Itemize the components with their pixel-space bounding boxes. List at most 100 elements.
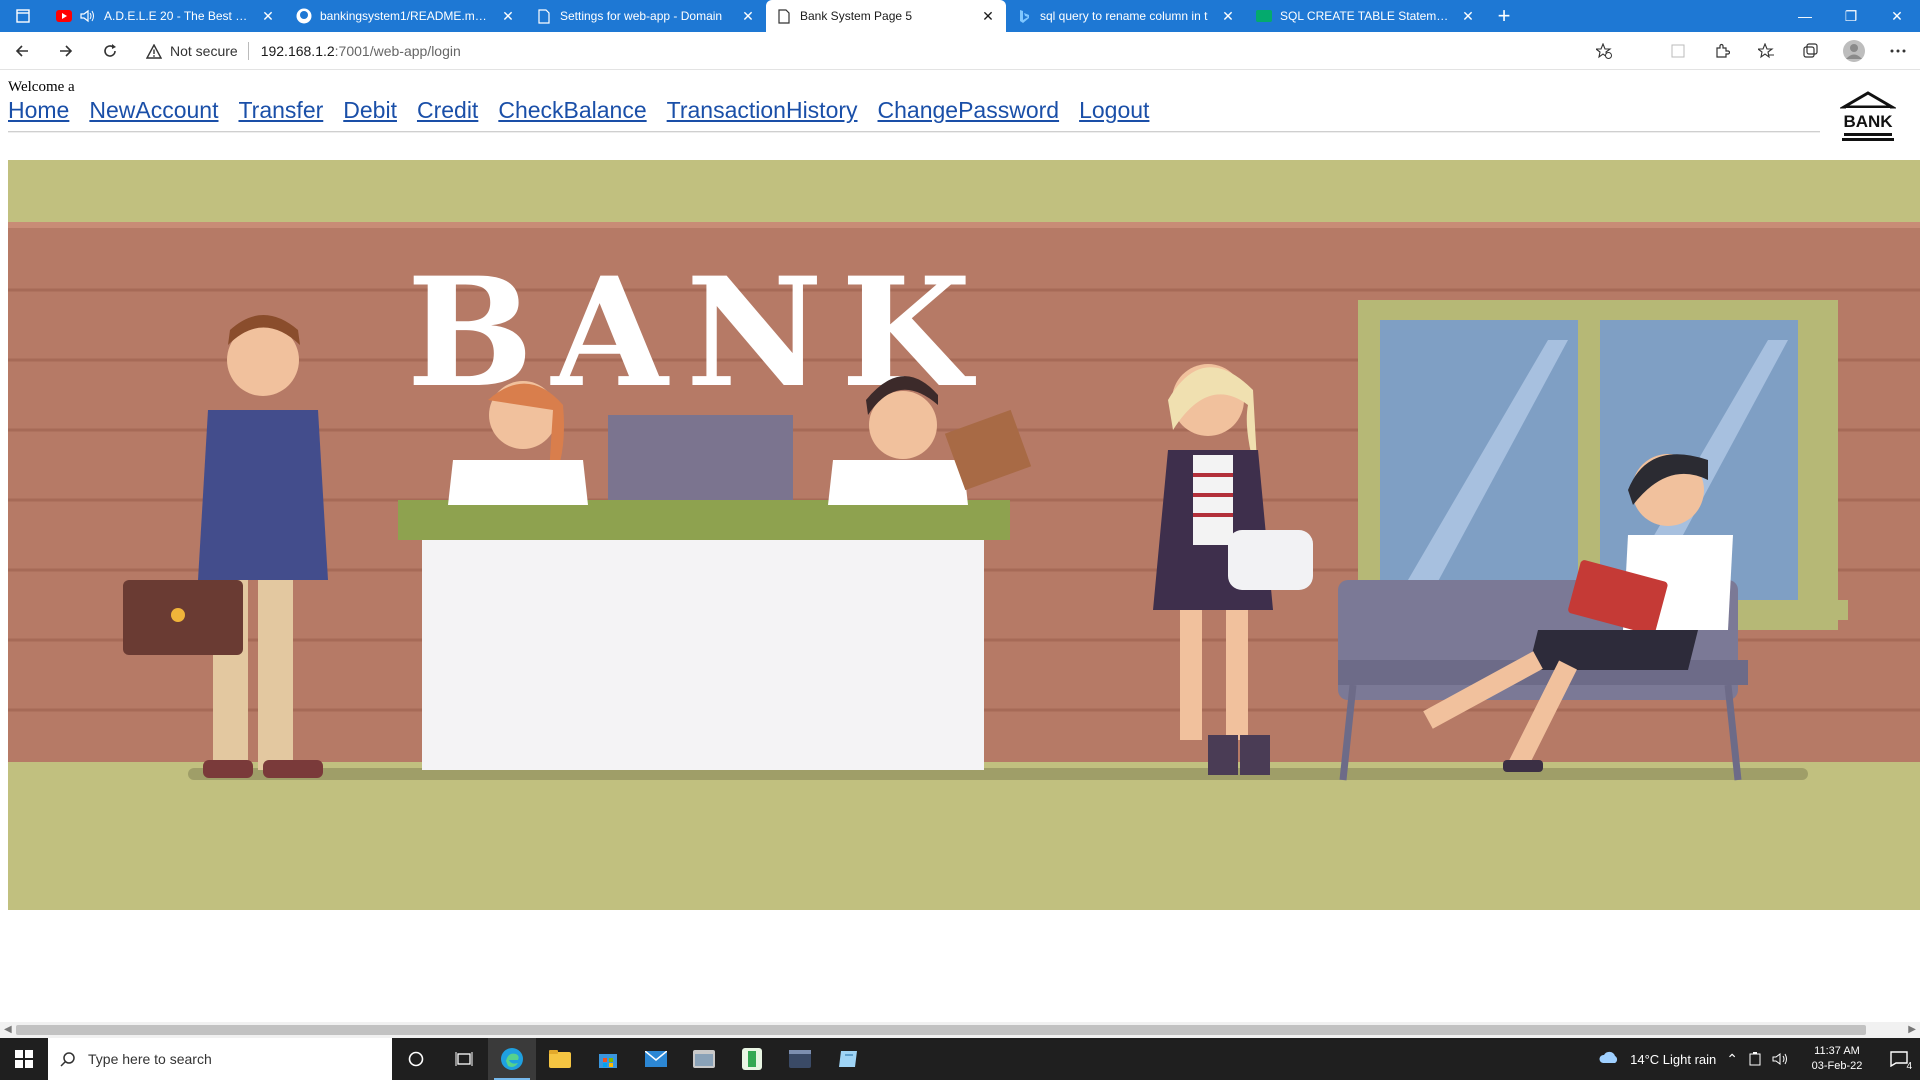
w3schools-icon bbox=[1256, 8, 1272, 24]
main-nav: Home NewAccount Transfer Debit Credit Ch… bbox=[8, 97, 1159, 124]
folder-icon bbox=[549, 1050, 571, 1068]
bank-logo: BANK bbox=[1840, 91, 1896, 141]
tab-w3schools[interactable]: SQL CREATE TABLE Statement ✕ bbox=[1246, 0, 1486, 32]
close-tab-icon[interactable]: ✕ bbox=[260, 8, 276, 25]
taskbar-app-store[interactable] bbox=[584, 1038, 632, 1080]
tab-actions-icon bbox=[16, 9, 30, 23]
url-path: :7001/web-app/login bbox=[334, 43, 461, 59]
weather-text[interactable]: 14°C Light rain bbox=[1630, 1052, 1716, 1067]
taskbar-app-notes[interactable] bbox=[824, 1038, 872, 1080]
profile-button[interactable] bbox=[1832, 32, 1876, 70]
chevron-up-icon[interactable]: ⌃ bbox=[1726, 1051, 1738, 1068]
cortana-button[interactable] bbox=[392, 1038, 440, 1080]
notes-icon bbox=[839, 1051, 857, 1067]
battery-icon[interactable] bbox=[1748, 1052, 1762, 1066]
edge-icon bbox=[501, 1048, 523, 1070]
header-divider bbox=[8, 131, 1820, 133]
close-tab-icon[interactable]: ✕ bbox=[980, 8, 996, 25]
horizontal-scrollbar[interactable]: ◀ ▶ bbox=[0, 1022, 1920, 1038]
scroll-left-icon[interactable]: ◀ bbox=[4, 1024, 12, 1035]
nav-link-check-balance[interactable]: CheckBalance bbox=[498, 97, 656, 124]
mail-icon bbox=[645, 1051, 667, 1067]
back-arrow-icon bbox=[15, 44, 28, 57]
nav-link-debit[interactable]: Debit bbox=[343, 97, 407, 124]
bank-logo-text: BANK bbox=[1843, 112, 1893, 131]
notification-icon bbox=[1890, 1051, 1908, 1067]
restore-button[interactable]: ❐ bbox=[1828, 0, 1874, 32]
bank-lobby-illustration: BANK bbox=[8, 160, 1920, 910]
nav-link-logout[interactable]: Logout bbox=[1079, 97, 1159, 124]
cloud-rain-icon[interactable] bbox=[1598, 1051, 1620, 1067]
puzzle-icon bbox=[1716, 43, 1730, 58]
speaker-icon[interactable] bbox=[80, 8, 96, 24]
notification-center-button[interactable]: 4 bbox=[1884, 1044, 1914, 1074]
taskbar-app-edge[interactable] bbox=[488, 1038, 536, 1080]
star-plus-icon bbox=[1596, 43, 1612, 59]
search-icon bbox=[60, 1052, 75, 1067]
taskbar-app-terminal[interactable] bbox=[776, 1038, 824, 1080]
tab-title: A.D.E.L.E 20 - The Best of A bbox=[104, 9, 252, 23]
refresh-button[interactable] bbox=[88, 32, 132, 70]
volume-icon[interactable] bbox=[1772, 1052, 1790, 1066]
settings-more-button[interactable] bbox=[1876, 32, 1920, 70]
github-icon bbox=[296, 8, 312, 24]
taskbar-app-file-explorer[interactable] bbox=[536, 1038, 584, 1080]
cortana-icon bbox=[408, 1051, 424, 1067]
clock-date: 03-Feb-22 bbox=[1811, 1060, 1863, 1072]
app-window-icon bbox=[693, 1050, 715, 1068]
address-bar[interactable]: Not secure 192.168.1.2:7001/web-app/logi… bbox=[146, 35, 1636, 67]
nav-link-home[interactable]: Home bbox=[8, 97, 79, 124]
tab-title: SQL CREATE TABLE Statement bbox=[1280, 9, 1452, 23]
collections-button[interactable] bbox=[1788, 32, 1832, 70]
search-placeholder: Type here to search bbox=[88, 1051, 212, 1067]
taskbar-app-mail[interactable] bbox=[632, 1038, 680, 1080]
forward-arrow-icon bbox=[60, 44, 73, 57]
close-tab-icon[interactable]: ✕ bbox=[500, 8, 516, 25]
close-tab-icon[interactable]: ✕ bbox=[740, 8, 756, 25]
nav-link-transfer[interactable]: Transfer bbox=[238, 97, 333, 124]
nav-link-credit[interactable]: Credit bbox=[417, 97, 488, 124]
refresh-icon bbox=[104, 43, 116, 57]
taskbar-search[interactable]: Type here to search bbox=[48, 1038, 392, 1080]
windows-logo-icon bbox=[15, 1050, 33, 1068]
scrollbar-thumb[interactable] bbox=[16, 1025, 1866, 1035]
back-button[interactable] bbox=[0, 32, 44, 70]
clock[interactable]: 11:37 AM 03-Feb-22 bbox=[1800, 1044, 1874, 1074]
address-separator bbox=[247, 42, 249, 60]
taskbar-app-notepad-plus[interactable] bbox=[728, 1038, 776, 1080]
nav-link-transaction-history[interactable]: TransactionHistory bbox=[667, 97, 868, 124]
close-tab-icon[interactable]: ✕ bbox=[1460, 8, 1476, 25]
favorites-button[interactable] bbox=[1744, 32, 1788, 70]
welcome-text: Welcome a bbox=[8, 79, 75, 95]
close-window-button[interactable]: ✕ bbox=[1874, 0, 1920, 32]
tab-actions-menu[interactable] bbox=[0, 0, 46, 32]
tab-github[interactable]: bankingsystem1/README.md at ✕ bbox=[286, 0, 526, 32]
extensions-button[interactable] bbox=[1700, 32, 1744, 70]
more-icon bbox=[1890, 49, 1906, 53]
security-label[interactable]: Not secure bbox=[170, 43, 238, 59]
nav-link-new-account[interactable]: NewAccount bbox=[89, 97, 228, 124]
close-tab-icon[interactable]: ✕ bbox=[1220, 8, 1236, 25]
tab-title: Bank System Page 5 bbox=[800, 9, 913, 23]
tab-bank-system[interactable]: Bank System Page 5 ✕ bbox=[766, 0, 1006, 32]
new-tab-button[interactable]: + bbox=[1486, 0, 1522, 32]
notification-count-badge: 4 bbox=[1906, 1061, 1912, 1072]
browser-toolbar: Not secure 192.168.1.2:7001/web-app/logi… bbox=[0, 32, 1920, 70]
task-view-button[interactable] bbox=[440, 1038, 488, 1080]
web-page: Welcome a Home NewAccount Transfer Debit… bbox=[0, 71, 1920, 1026]
minimize-button[interactable]: — bbox=[1782, 0, 1828, 32]
taskbar-app-settings[interactable] bbox=[680, 1038, 728, 1080]
scroll-right-icon[interactable]: ▶ bbox=[1908, 1024, 1916, 1035]
forward-button[interactable] bbox=[44, 32, 88, 70]
terminal-icon bbox=[789, 1050, 811, 1068]
add-favorite-button[interactable] bbox=[1582, 32, 1626, 70]
tab-settings[interactable]: Settings for web-app - Domain ✕ bbox=[526, 0, 766, 32]
immersive-reader-button[interactable] bbox=[1656, 32, 1700, 70]
nav-link-change-password[interactable]: ChangePassword bbox=[878, 97, 1070, 124]
tab-bing[interactable]: sql query to rename column in t ✕ bbox=[1006, 0, 1246, 32]
collections-icon bbox=[1803, 43, 1818, 58]
start-button[interactable] bbox=[0, 1038, 48, 1080]
tab-title: sql query to rename column in t bbox=[1040, 9, 1208, 23]
tab-youtube[interactable]: A.D.E.L.E 20 - The Best of A ✕ bbox=[46, 0, 286, 32]
